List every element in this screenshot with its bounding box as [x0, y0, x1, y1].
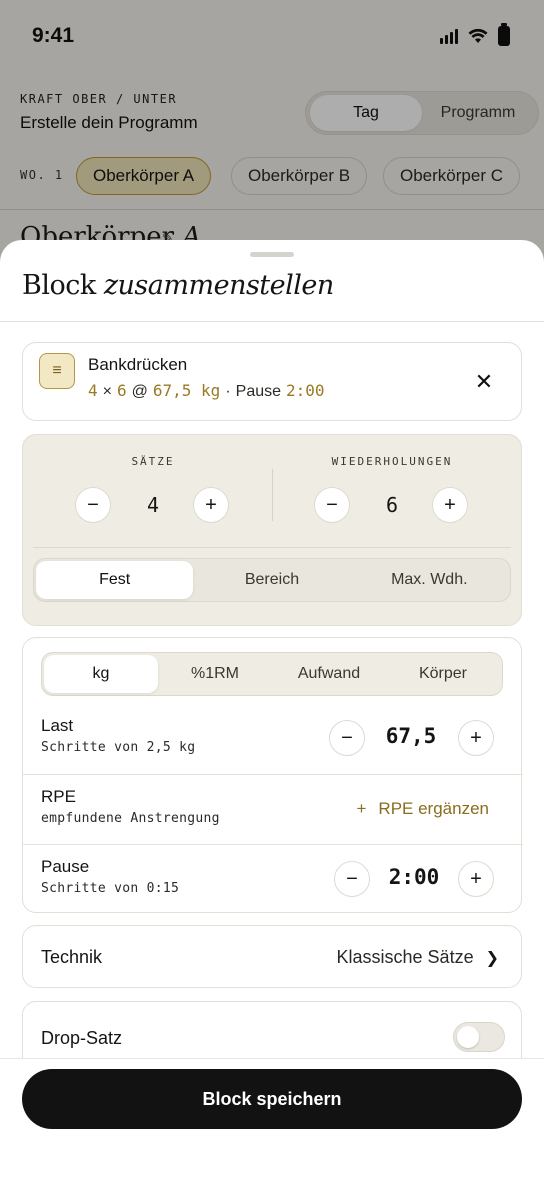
load-decrement-button[interactable]: − — [329, 720, 365, 756]
pause-step-hint: Schritte von 0:15 — [41, 881, 180, 896]
drop-set-toggle[interactable] — [453, 1022, 505, 1052]
technique-row[interactable]: Technik Klassische Sätze ❯ — [22, 925, 522, 988]
load-step-hint: Schritte von 2,5 kg — [41, 740, 196, 755]
load-increment-button[interactable]: + — [458, 720, 494, 756]
summary-times: × — [102, 383, 112, 400]
add-rpe-label: RPE ergänzen — [378, 799, 489, 818]
summary-pause: 2:00 — [286, 381, 325, 400]
sets-decrement-button[interactable]: − — [75, 487, 111, 523]
pause-value: 2:00 — [388, 865, 440, 889]
mode-bereich[interactable]: Bereich — [193, 561, 350, 599]
close-icon[interactable]: ✕ — [469, 367, 499, 397]
rpe-row: RPE empfundene Anstrengung + RPE ergänzen — [23, 775, 523, 845]
sheet-title: Block zusammenstellen — [22, 270, 334, 301]
summary-at: @ — [131, 383, 148, 400]
reps-value: 6 — [385, 493, 399, 517]
reps-decrement-button[interactable]: − — [314, 487, 350, 523]
mode-fest[interactable]: Fest — [36, 561, 194, 599]
sets-value: 4 — [146, 493, 160, 517]
summary-sets: 4 — [88, 381, 98, 400]
panel-divider — [33, 547, 511, 548]
pause-row: Pause Schritte von 0:15 − 2:00 + — [23, 845, 523, 915]
column-divider — [272, 469, 273, 521]
reps-label: WIEDERHOLUNGEN — [331, 455, 453, 468]
load-unit-toggle: kg %1RM Aufwand Körper — [41, 652, 503, 696]
pause-decrement-button[interactable]: − — [334, 861, 370, 897]
unit-kg[interactable]: kg — [44, 655, 158, 693]
reps-increment-button[interactable]: + — [432, 487, 468, 523]
sheet-divider — [0, 321, 544, 322]
drop-set-label: Drop-Satz — [41, 1028, 123, 1048]
technique-label: Technik — [41, 947, 103, 967]
load-row: Last Schritte von 2,5 kg − 67,5 + — [23, 704, 523, 774]
sets-increment-button[interactable]: + — [193, 487, 229, 523]
sheet-handle[interactable] — [250, 252, 294, 257]
mode-max-wdh[interactable]: Max. Wdh. — [351, 561, 508, 599]
exercise-summary: 4 × 6 @ 67,5 kg · Pause 2:00 — [88, 381, 325, 401]
rpe-hint: empfundene Anstrengung — [41, 811, 220, 826]
unit-1rm[interactable]: %1RM — [158, 655, 272, 693]
load-value: 67,5 — [385, 724, 437, 748]
chevron-right-icon: ❯ — [485, 949, 499, 967]
unit-aufwand[interactable]: Aufwand — [272, 655, 386, 693]
exercise-card: ≡ Bankdrücken 4 × 6 @ 67,5 kg · Pause 2:… — [22, 342, 522, 421]
load-title: Last — [41, 716, 74, 735]
summary-pause-label: Pause — [235, 383, 282, 400]
technique-value: Klassische Sätze ❯ — [337, 947, 499, 968]
unit-koerper[interactable]: Körper — [386, 655, 500, 693]
pause-title: Pause — [41, 857, 90, 876]
sets-label: SÄTZE — [131, 455, 175, 468]
drag-handle-icon[interactable]: ≡ — [39, 353, 75, 389]
summary-load: 67,5 kg — [152, 381, 221, 400]
load-card: kg %1RM Aufwand Körper Last Schritte von… — [22, 637, 523, 915]
exercise-name: Bankdrücken — [88, 355, 188, 374]
save-block-button[interactable]: Block speichern — [22, 1069, 522, 1129]
technique-selected: Klassische Sätze — [336, 947, 474, 967]
reps-mode-toggle: Fest Bereich Max. Wdh. — [33, 558, 511, 602]
sets-reps-panel: SÄTZE − 4 + WIEDERHOLUNGEN − 6 + Fest Be… — [22, 434, 522, 626]
rpe-title: RPE — [41, 787, 76, 806]
block-sheet: Block zusammenstellen ≡ Bankdrücken 4 × … — [0, 240, 544, 1182]
summary-reps: 6 — [116, 381, 127, 400]
pause-increment-button[interactable]: + — [458, 861, 494, 897]
sheet-footer: Block speichern — [0, 1058, 544, 1182]
toggle-knob — [457, 1026, 479, 1048]
summary-sep: · — [225, 383, 231, 400]
plus-icon: + — [356, 799, 367, 818]
add-rpe-button[interactable]: + RPE ergänzen — [356, 799, 489, 819]
